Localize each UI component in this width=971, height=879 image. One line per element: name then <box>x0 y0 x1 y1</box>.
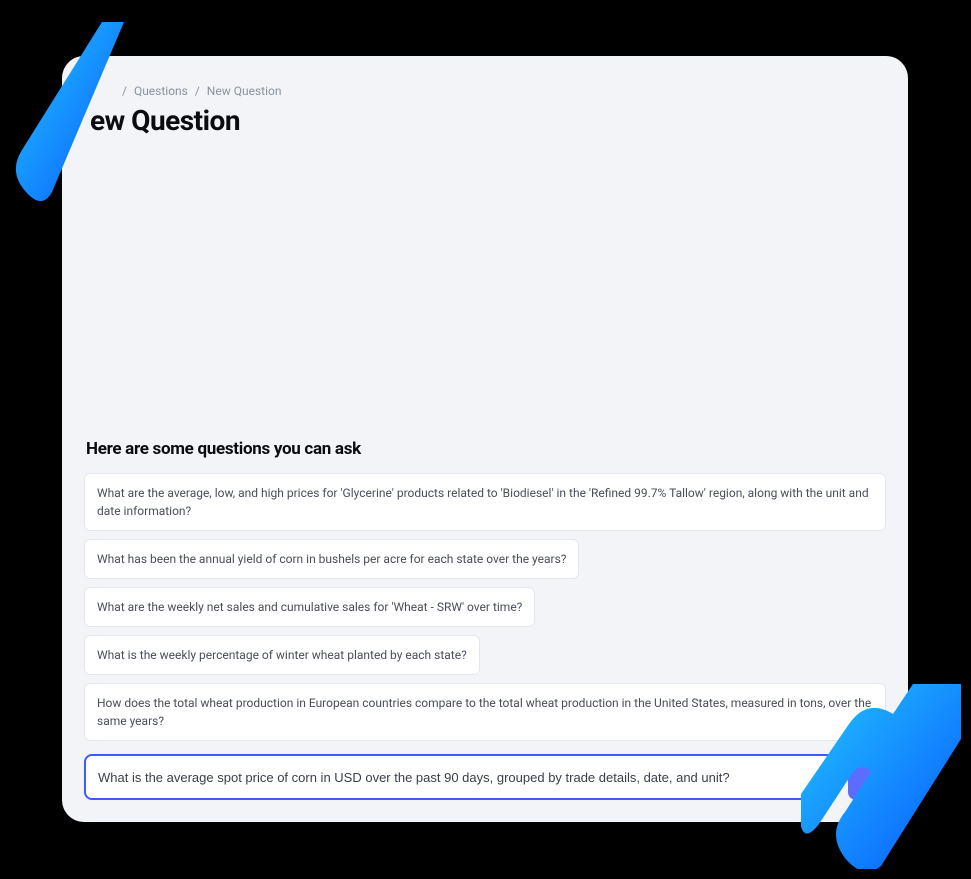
breadcrumb-current: New Question <box>207 84 282 98</box>
breadcrumb-questions-link[interactable]: Questions <box>134 84 188 98</box>
suggestion-item[interactable]: How does the total wheat production in E… <box>84 683 886 741</box>
app-card: / Questions / New Question ew Question H… <box>62 56 908 822</box>
breadcrumb-separator: / <box>195 84 200 98</box>
suggestions-list: What are the average, low, and high pric… <box>84 473 886 741</box>
suggestion-item[interactable]: What are the weekly net sales and cumula… <box>84 587 535 627</box>
breadcrumb: / Questions / New Question <box>118 84 886 98</box>
suggestion-item[interactable]: What are the average, low, and high pric… <box>84 473 886 531</box>
decoration-top-ribbon <box>14 22 124 202</box>
input-row <box>84 754 886 800</box>
suggestions-heading: Here are some questions you can ask <box>86 439 886 459</box>
suggestion-item[interactable]: What has been the annual yield of corn i… <box>84 539 579 579</box>
decoration-bottom-ribbon <box>801 684 961 869</box>
suggestion-item[interactable]: What is the weekly percentage of winter … <box>84 635 480 675</box>
content-area-empty <box>84 147 886 439</box>
page-title: ew Question <box>90 104 886 137</box>
question-input[interactable] <box>84 754 838 800</box>
